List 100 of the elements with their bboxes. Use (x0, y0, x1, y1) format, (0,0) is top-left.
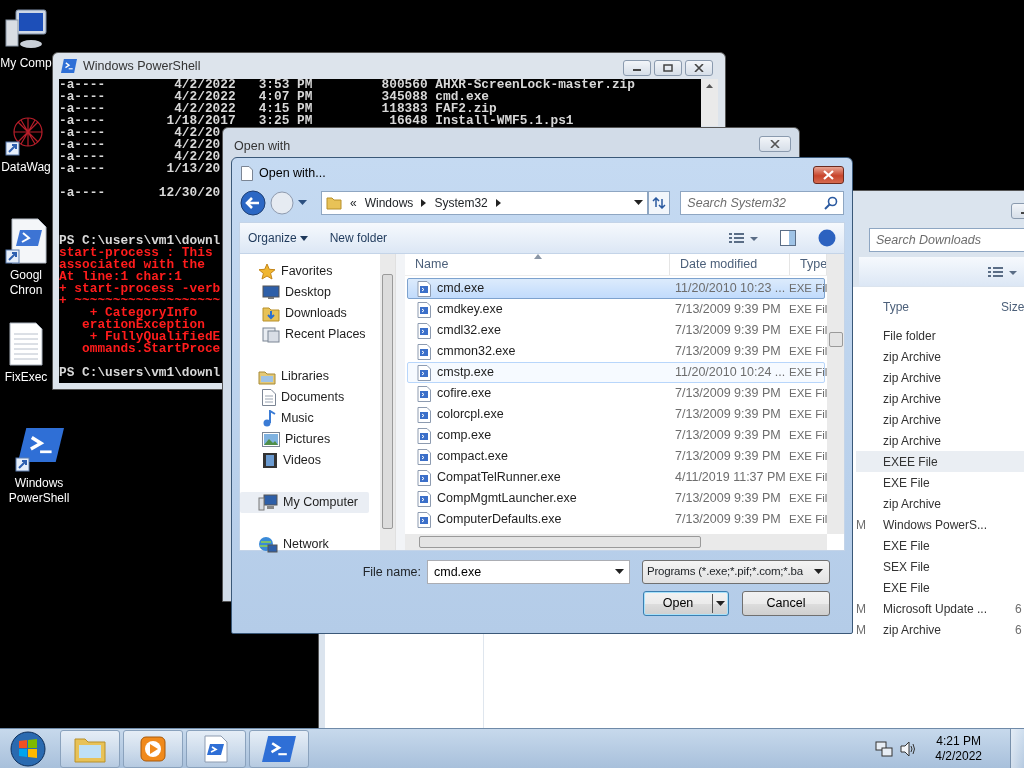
cancel-button[interactable]: Cancel (742, 591, 830, 616)
table-row[interactable]: SEX File (856, 556, 1024, 577)
nav-item[interactable]: Network (240, 534, 368, 555)
close-button[interactable] (759, 136, 791, 152)
file-row[interactable]: colorcpl.exe 7/13/2009 9:39 PM EXE Fil (407, 404, 825, 425)
scrollbar[interactable] (405, 534, 827, 550)
taskbar-button[interactable] (249, 729, 309, 768)
table-row[interactable]: File folder (856, 325, 1024, 346)
refresh-button[interactable] (648, 191, 671, 215)
folder-icon (326, 195, 342, 211)
nav-item[interactable]: Favorites (240, 261, 368, 282)
table-row[interactable]: EXE File (856, 577, 1024, 598)
scrollbar-thumb[interactable] (419, 536, 701, 548)
exe-file-icon (417, 322, 431, 339)
close-button[interactable] (685, 60, 713, 76)
table-row[interactable]: zip Archive (856, 346, 1024, 367)
help-icon[interactable] (818, 229, 836, 247)
scrollbar-thumb[interactable] (829, 332, 843, 347)
view-list-icon[interactable] (728, 231, 758, 245)
clock-date[interactable]: 4/2/2022 (935, 748, 982, 764)
minimize-button[interactable] (623, 60, 651, 76)
file-name: cmmon32.exe (437, 343, 516, 361)
table-row[interactable]: M Windows PowerS... (856, 514, 1024, 535)
scrollbar[interactable] (380, 254, 395, 550)
file-type-dropdown[interactable]: Programs (*.exe;*.pif;*.com;*.ba (642, 560, 830, 584)
table-row[interactable]: zip Archive (856, 367, 1024, 388)
table-row[interactable]: EXE File (856, 472, 1024, 493)
show-desktop-button[interactable] (1010, 729, 1024, 768)
address-bar[interactable]: « Windows System32 (321, 191, 648, 215)
file-row[interactable]: cofire.exe 7/13/2009 9:39 PM EXE Fil (407, 383, 825, 404)
network-icon[interactable] (875, 740, 894, 757)
table-row[interactable]: M Microsoft Update ... 6 (856, 598, 1024, 619)
icon-label: FixExec (4, 370, 48, 385)
file-date: 7/13/2009 9:39 PM (674, 301, 781, 319)
nav-item[interactable]: Videos (240, 450, 368, 471)
column-header[interactable]: Size (1001, 298, 1024, 316)
nav-item[interactable]: My Computer (240, 492, 369, 513)
back-icon[interactable] (240, 190, 266, 216)
taskbar-button[interactable] (186, 729, 246, 768)
column-header[interactable]: Date modified (670, 254, 790, 275)
search-field[interactable]: Search Downloads (869, 228, 1024, 252)
console-line: -a---- 4/2/20 (59, 151, 221, 163)
new-folder-button[interactable]: New folder (329, 229, 388, 247)
preview-pane-icon[interactable] (780, 230, 796, 246)
view-list-icon[interactable] (987, 265, 1017, 279)
error-line: + CategoryInfo (89, 307, 198, 319)
organize-button[interactable]: Organize (248, 229, 308, 247)
column-header[interactable]: Name (405, 254, 670, 275)
nav-item[interactable]: Music (240, 408, 368, 429)
file-row[interactable]: cmstp.exe 11/20/2010 10:24 ... EXE Fil (407, 362, 825, 383)
scrollbar-thumb[interactable] (382, 274, 393, 529)
breadcrumb[interactable]: System32 (434, 194, 488, 212)
chevron-icon[interactable] (495, 199, 501, 207)
column-header[interactable]: Type (883, 298, 1001, 316)
file-row[interactable]: comp.exe 7/13/2009 9:39 PM EXE Fil (407, 425, 825, 446)
close-icon (694, 64, 704, 72)
file-row[interactable]: ComputerDefaults.exe 7/13/2009 9:39 PM EXE Fil (407, 509, 825, 530)
file-name-field[interactable]: cmd.exe (427, 560, 630, 584)
dropdown-icon (814, 569, 823, 575)
breadcrumb[interactable]: Windows (364, 194, 414, 212)
nav-item[interactable]: Downloads (240, 303, 368, 324)
nav-item[interactable]: Recent Places (240, 324, 368, 345)
scrollbar[interactable] (701, 79, 718, 126)
exe-file-icon (417, 343, 431, 360)
nav-item[interactable]: Documents (240, 387, 368, 408)
file-date: 4/11/2019 11:37 PM (674, 469, 786, 487)
nav-item[interactable]: Desktop (240, 282, 368, 303)
table-row[interactable]: zip Archive (856, 409, 1024, 430)
table-row[interactable]: zip Archive (856, 493, 1024, 514)
file-row[interactable]: cmdl32.exe 7/13/2009 9:39 PM EXE Fil (407, 320, 825, 341)
maximize-button[interactable] (654, 60, 682, 76)
caret-icon[interactable] (298, 200, 307, 206)
search-field[interactable]: Search System32 (680, 191, 844, 215)
dropdown-icon[interactable] (634, 200, 643, 206)
folder-down-arrow-icon (262, 305, 280, 322)
file-row[interactable]: cmdkey.exe 7/13/2009 9:39 PM EXE Fil (407, 299, 825, 320)
chevron-icon[interactable] (421, 199, 427, 207)
start-orb-icon[interactable] (8, 729, 48, 768)
dialog-title: Open with... (259, 165, 326, 183)
taskbar-button[interactable] (123, 729, 183, 768)
open-button[interactable]: Open (643, 591, 729, 616)
speaker-icon[interactable] (899, 740, 918, 757)
scrollbar[interactable] (827, 254, 844, 534)
breadcrumb-overflow[interactable]: « (350, 194, 357, 212)
file-row[interactable]: cmmon32.exe 7/13/2009 9:39 PM EXE Fil (407, 341, 825, 362)
close-button[interactable] (813, 166, 844, 184)
clock-time[interactable]: 4:21 PM (935, 733, 982, 749)
file-row[interactable]: compact.exe 7/13/2009 9:39 PM EXE Fil (407, 446, 825, 467)
table-row[interactable]: zip Archive (856, 388, 1024, 409)
file-row[interactable]: CompatTelRunner.exe 4/11/2019 11:37 PM EXE Fil (407, 467, 825, 488)
table-row[interactable]: EXEE File (856, 451, 1024, 472)
star-icon (258, 263, 276, 280)
table-row[interactable]: M zip Archive 6 (856, 619, 1024, 640)
nav-item[interactable]: Pictures (240, 429, 368, 450)
table-row[interactable]: zip Archive (856, 430, 1024, 451)
file-row[interactable]: CompMgmtLauncher.exe 7/13/2009 9:39 PM EXE Fil (407, 488, 825, 509)
table-row[interactable]: EXE File (856, 535, 1024, 556)
close-icon (823, 170, 834, 180)
nav-item[interactable]: Libraries (240, 366, 368, 387)
table-cell-text: File folder (883, 327, 937, 345)
